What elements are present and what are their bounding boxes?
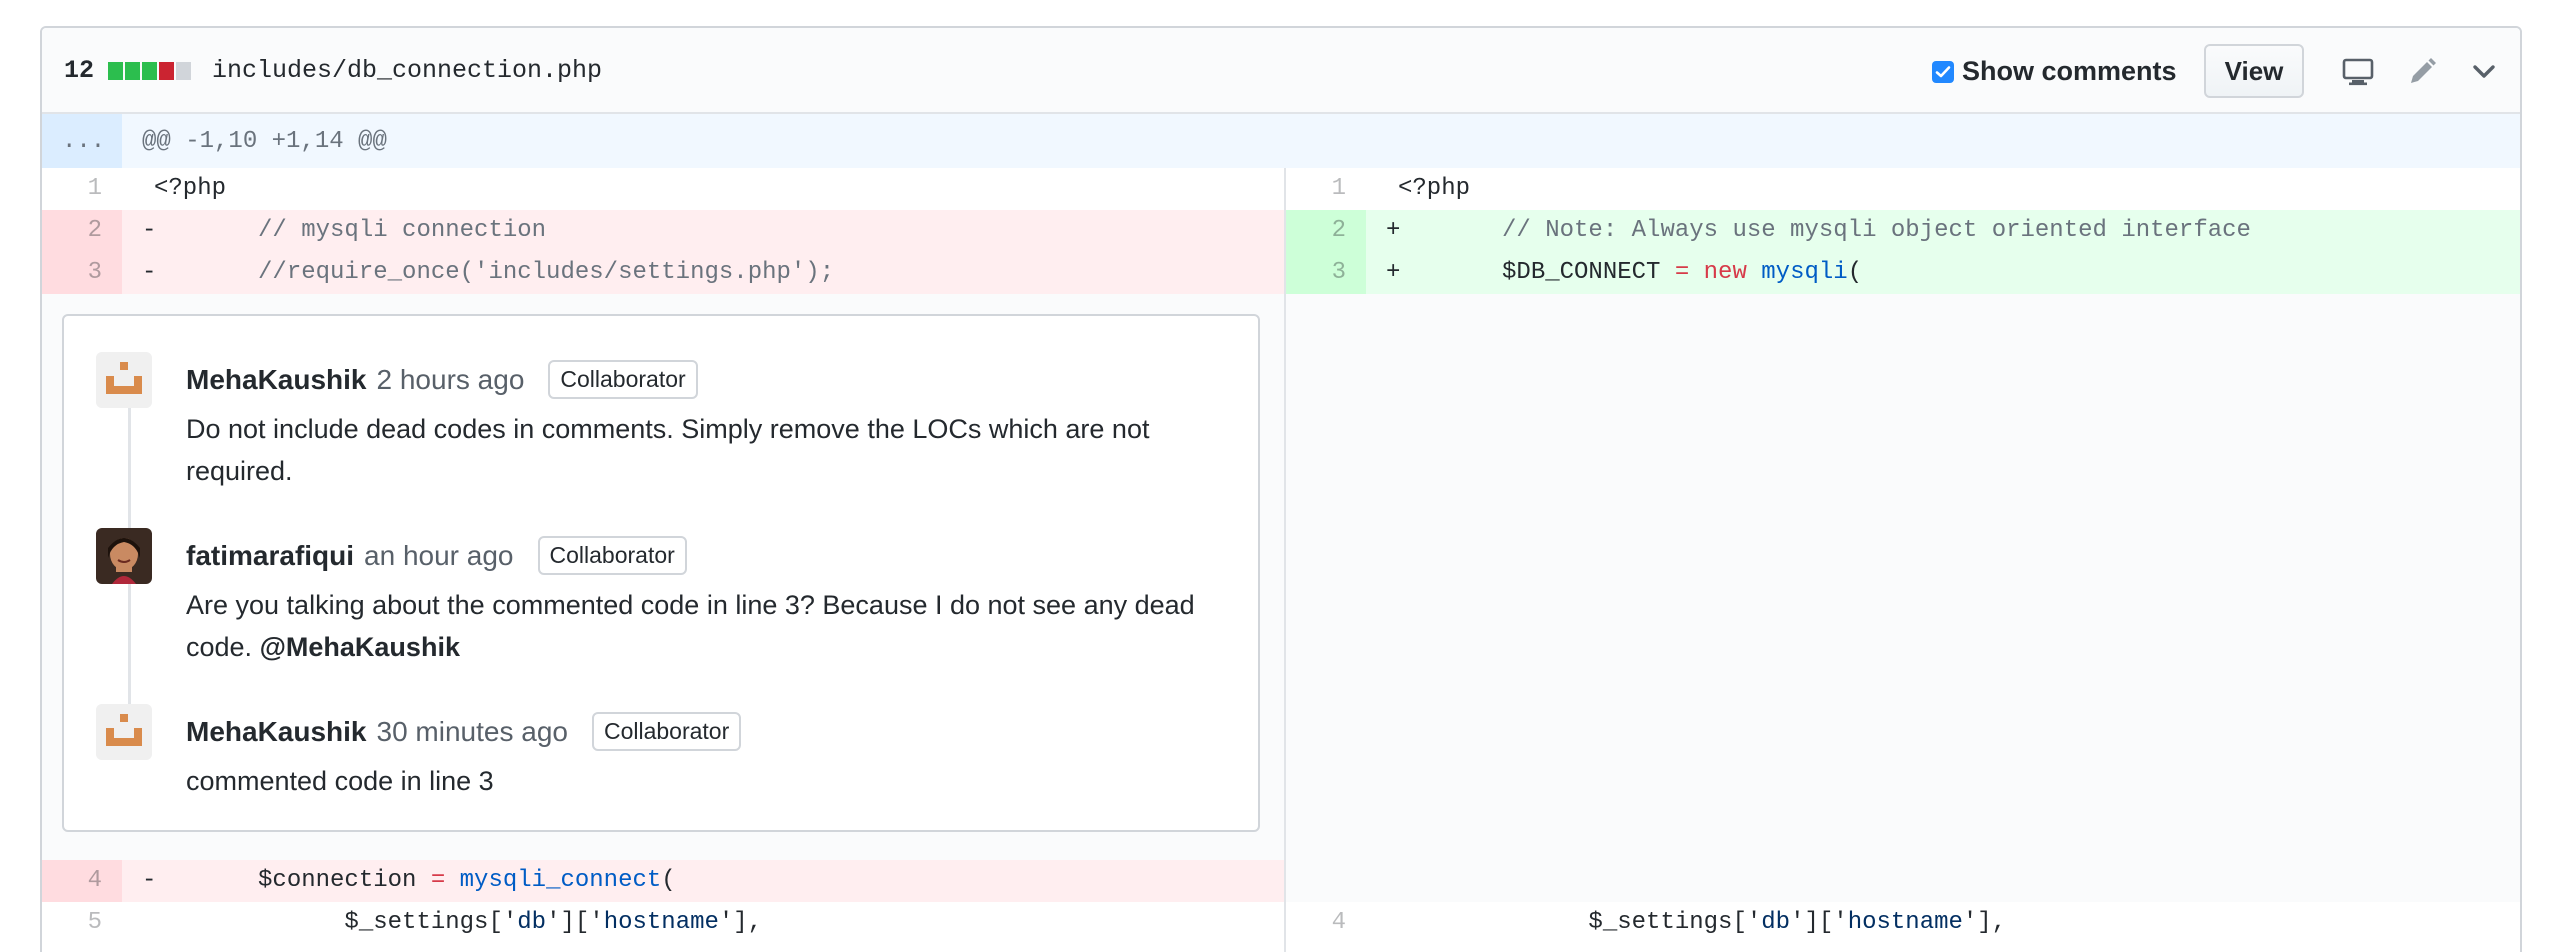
avatar-mehakaushik[interactable] <box>96 704 152 760</box>
line-number[interactable]: 4 <box>1286 902 1366 944</box>
line-number[interactable]: 1 <box>1286 168 1366 210</box>
code-text: $_settings['db']['hostname'], <box>1430 909 2007 936</box>
left-line-1: 1 <?php <box>42 168 1284 210</box>
code-text: // mysqli connection <box>186 217 547 244</box>
comment-body: commented code in line 3 <box>186 766 494 796</box>
diffstat-count: 12 <box>64 56 95 85</box>
comment-timestamp[interactable]: 2 hours ago <box>377 364 525 396</box>
diff-sign: + <box>1386 259 1401 286</box>
line-number[interactable]: 2 <box>1286 210 1366 252</box>
diffstat-block <box>159 62 174 80</box>
hunk-header: ... @@ -1,10 +1,14 @@ <box>42 114 2520 168</box>
hunk-range: @@ -1,10 +1,14 @@ <box>142 128 387 155</box>
expand-dots: ... <box>62 128 106 155</box>
right-line-3: 3 + $DB_CONNECT = new mysqli( <box>1286 252 2520 294</box>
comment-author-link[interactable]: MehaKaushik <box>186 716 367 748</box>
comment-body: Do not include dead codes in comments. S… <box>186 414 1150 486</box>
right-line-2: 2 + // Note: Always use mysqli object or… <box>1286 210 2520 252</box>
comment-header: MehaKaushik 30 minutes ago Collaborator <box>186 712 742 751</box>
collaborator-badge: Collaborator <box>591 712 742 751</box>
right-line-1: 1 <?php <box>1286 168 2520 210</box>
comment-author-link[interactable]: MehaKaushik <box>186 364 367 396</box>
code-text: // Note: Always use mysqli object orient… <box>1430 217 2251 244</box>
split-divider <box>1284 168 1286 952</box>
diff-sign: - <box>142 217 157 244</box>
desktop-icon[interactable] <box>2340 54 2376 90</box>
code-text: <?php <box>154 175 227 202</box>
comment-thread-row: MehaKaushik 2 hours ago Collaborator Do … <box>42 294 1284 860</box>
file-path-link[interactable]: includes/db_connection.php <box>212 56 602 85</box>
left-line-3: 3 - //require_once('includes/settings.ph… <box>42 252 1284 294</box>
pencil-icon[interactable] <box>2404 54 2440 90</box>
code-text: $_settings['db']['hostname'], <box>186 909 763 936</box>
code-text: $connection = mysqli_connect( <box>186 867 676 894</box>
diffstat-block <box>176 62 191 80</box>
diffstat-block <box>108 62 123 80</box>
left-line-4: 4 - $connection = mysqli_connect( <box>42 860 1284 902</box>
avatar-mehakaushik[interactable] <box>96 352 152 408</box>
hunk-expand-button[interactable]: ... <box>42 114 122 168</box>
user-mention-link[interactable]: @MehaKaushik <box>260 632 460 662</box>
comment-header: MehaKaushik 2 hours ago Collaborator <box>186 360 698 399</box>
file-header: 12 includes/db_connection.php Show comme… <box>42 28 2520 114</box>
right-line-4: 4 $_settings['db']['hostname'], <box>1286 902 2520 944</box>
left-line-5: 5 $_settings['db']['hostname'], <box>42 902 1284 944</box>
line-number[interactable]: 1 <box>42 168 122 210</box>
diffstat-blocks <box>108 62 191 80</box>
code-text: <?php <box>1398 175 1471 202</box>
comment-timestamp[interactable]: an hour ago <box>364 540 513 572</box>
show-comments-toggle[interactable]: Show comments <box>1932 56 2177 87</box>
diff-sign: + <box>1386 217 1401 244</box>
show-comments-checkbox[interactable] <box>1932 60 1954 83</box>
empty-right-pane <box>1286 294 2520 902</box>
comment-header: fatimarafiqui an hour ago Collaborator <box>186 536 687 575</box>
line-number[interactable]: 4 <box>42 860 122 902</box>
collaborator-badge: Collaborator <box>537 536 687 575</box>
diff-file: 12 includes/db_connection.php Show comme… <box>40 26 2522 952</box>
comment-body: Are you talking about the commented code… <box>186 584 1236 668</box>
code-text: //require_once('includes/settings.php'); <box>186 259 835 286</box>
collaborator-badge: Collaborator <box>548 360 698 399</box>
line-number[interactable]: 2 <box>42 210 122 252</box>
diffstat-block <box>142 62 157 80</box>
code-text: $DB_CONNECT = new mysqli( <box>1430 259 1863 286</box>
line-number[interactable]: 3 <box>42 252 122 294</box>
comment-timestamp[interactable]: 30 minutes ago <box>377 716 568 748</box>
show-comments-label: Show comments <box>1962 56 2177 86</box>
diffstat-block <box>125 62 140 80</box>
comment-author-link[interactable]: fatimarafiqui <box>186 540 354 572</box>
view-file-button[interactable]: View <box>2204 44 2304 98</box>
line-number[interactable]: 5 <box>42 902 122 944</box>
chevron-down-icon[interactable] <box>2466 54 2502 90</box>
diff-sign: - <box>142 259 157 286</box>
diff-sign: - <box>142 867 157 894</box>
avatar-fatimarafiqui[interactable] <box>96 528 152 584</box>
line-number[interactable]: 3 <box>1286 252 1366 294</box>
comment-thread: MehaKaushik 2 hours ago Collaborator Do … <box>62 314 1260 832</box>
left-line-2: 2 - // mysqli connection <box>42 210 1284 252</box>
